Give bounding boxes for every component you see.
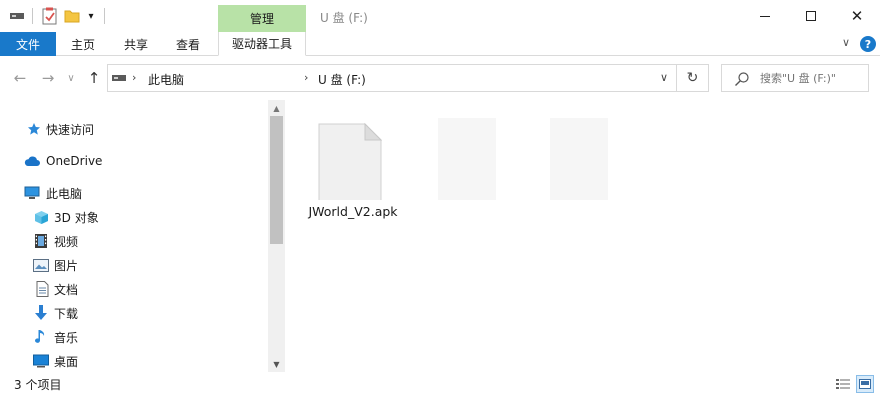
file-name: JWorld_V2.apk <box>308 204 398 219</box>
maximize-button[interactable] <box>788 0 834 32</box>
file-icon <box>316 112 383 209</box>
scrollbar-thumb[interactable] <box>270 116 283 244</box>
sidebar-item-documents[interactable]: 文档 <box>0 278 265 300</box>
hidden-item-placeholder[interactable] <box>550 118 608 200</box>
document-icon <box>34 281 50 297</box>
toolbar-divider <box>104 8 105 24</box>
sidebar-item-label: 文档 <box>54 282 79 297</box>
picture-icon <box>33 257 49 273</box>
cube-icon <box>33 209 49 225</box>
refresh-icon: ↻ <box>686 70 699 86</box>
search-input[interactable] <box>760 65 866 91</box>
sidebar-item-label: 图片 <box>54 258 79 273</box>
sidebar-item-videos[interactable]: 视频 <box>0 230 265 252</box>
back-arrow-icon[interactable]: ← <box>10 68 30 88</box>
music-icon <box>33 329 49 345</box>
properties-icon[interactable] <box>40 6 60 26</box>
maximize-icon <box>806 11 816 21</box>
breadcrumb-chevron-icon[interactable]: › <box>132 71 136 84</box>
sidebar-item-label: 3D 对象 <box>54 210 99 225</box>
ribbon-tab-bar: 文件 主页 共享 查看 驱动器工具 ∨ ? <box>0 32 880 56</box>
film-icon <box>33 233 49 249</box>
sidebar-item-quick-access[interactable]: 快速访问 <box>0 118 265 140</box>
navigation-pane: 快速访问 OneDrive 此电脑 3D 对象 视频 图片 文档 下载 音乐 桌… <box>0 100 285 372</box>
sidebar-item-this-pc[interactable]: 此电脑 <box>0 182 265 204</box>
search-icon <box>735 72 749 86</box>
star-icon <box>26 121 42 137</box>
refresh-button[interactable]: ↻ <box>677 64 709 92</box>
close-icon: ✕ <box>850 6 864 25</box>
sidebar-item-label: 快速访问 <box>46 122 95 137</box>
file-item[interactable]: JWorld_V2.apk <box>286 100 398 220</box>
desktop-icon <box>33 353 49 369</box>
file-list-area[interactable]: JWorld_V2.apk <box>286 100 880 372</box>
status-bar: 3 个项目 <box>0 372 880 396</box>
sidebar-item-label: 下载 <box>54 306 79 321</box>
sidebar-item-music[interactable]: 音乐 <box>0 326 265 348</box>
sidebar-item-pictures[interactable]: 图片 <box>0 254 265 276</box>
expand-ribbon-chevron-icon[interactable]: ∨ <box>842 36 850 49</box>
manage-context-header: 管理 <box>218 5 306 32</box>
download-icon <box>33 305 49 321</box>
sidebar-item-3d-objects[interactable]: 3D 对象 <box>0 206 265 228</box>
customize-toolbar-chevron-icon[interactable]: ▾ <box>84 6 98 26</box>
sidebar-item-label: 音乐 <box>54 330 79 345</box>
breadcrumb-this-pc[interactable]: 此电脑 <box>148 71 184 88</box>
cloud-icon <box>24 153 40 169</box>
window-title: U 盘 (F:) <box>320 11 368 25</box>
help-icon[interactable]: ? <box>860 36 876 52</box>
new-folder-icon[interactable] <box>62 6 82 26</box>
scroll-up-arrow-icon[interactable]: ▲ <box>268 100 285 116</box>
address-dropdown-chevron-icon[interactable]: ∨ <box>660 71 668 84</box>
breadcrumb-chevron-icon[interactable]: › <box>304 71 308 84</box>
minimize-icon <box>760 15 770 17</box>
item-count: 3 个项目 <box>14 378 62 392</box>
sidebar-item-label: 视频 <box>54 234 79 249</box>
navigation-bar: ← → ∨ ↑ › 此电脑 › U 盘 (F:) ∨ ↻ <box>0 56 880 100</box>
drive-icon[interactable] <box>8 6 26 26</box>
tab-share[interactable]: 共享 <box>114 32 158 56</box>
large-icons-view-icon[interactable] <box>856 375 874 393</box>
tab-drive-tools[interactable]: 驱动器工具 <box>218 32 306 56</box>
tab-home[interactable]: 主页 <box>62 32 104 56</box>
sidebar-item-label: 桌面 <box>54 354 79 369</box>
recent-locations-chevron-icon[interactable]: ∨ <box>64 68 78 88</box>
computer-icon <box>24 185 40 201</box>
breadcrumb-drive[interactable]: U 盘 (F:) <box>318 71 366 88</box>
close-button[interactable]: ✕ <box>834 0 880 32</box>
sidebar-item-downloads[interactable]: 下载 <box>0 302 265 324</box>
sidebar-item-label: 此电脑 <box>46 186 83 201</box>
details-view-icon[interactable] <box>834 375 852 393</box>
address-bar[interactable]: › 此电脑 › U 盘 (F:) ∨ <box>107 64 677 92</box>
hidden-item-placeholder[interactable] <box>438 118 496 200</box>
minimize-button[interactable] <box>742 0 788 32</box>
scroll-down-arrow-icon[interactable]: ▼ <box>268 356 285 372</box>
sidebar-item-desktop[interactable]: 桌面 <box>0 350 265 372</box>
sidebar-item-label: OneDrive <box>46 154 103 168</box>
tab-file[interactable]: 文件 <box>0 32 56 56</box>
search-box[interactable] <box>721 64 869 92</box>
forward-arrow-icon[interactable]: → <box>38 68 58 88</box>
sidebar-item-onedrive[interactable]: OneDrive <box>0 150 265 172</box>
tab-view[interactable]: 查看 <box>166 32 210 56</box>
title-bar: ▾ 管理 U 盘 (F:) ✕ <box>0 0 880 32</box>
up-arrow-icon[interactable]: ↑ <box>84 68 104 88</box>
toolbar-divider <box>32 8 33 24</box>
drive-icon <box>112 72 126 84</box>
